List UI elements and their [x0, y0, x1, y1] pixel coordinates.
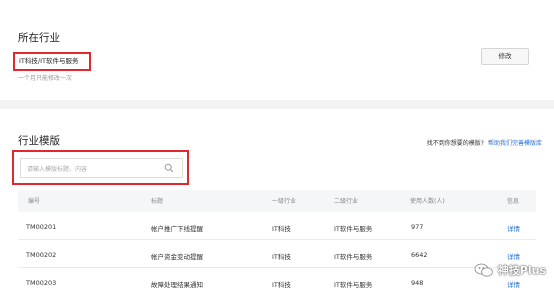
usage-count: 977	[411, 223, 424, 231]
secondary-industry: IT软件与服务	[334, 281, 373, 289]
table-row: TM00203 故障处理结果通知 IT科技 IT软件与服务 948 详情	[18, 268, 536, 290]
watermark: 神技Plus	[474, 262, 546, 278]
column-header: 编号	[28, 198, 41, 205]
help-text: 找不到你想要的模版? 帮助我们完善模版库	[427, 138, 542, 147]
search-highlight: 请输入模版标题、内容	[12, 150, 189, 185]
edit-limit-hint: 一个月只能修改一次	[18, 75, 73, 82]
usage-count: 6642	[411, 251, 428, 259]
current-industry-value: IT科技/IT软件与服务	[13, 52, 91, 71]
primary-industry: IT科技	[272, 253, 291, 261]
secondary-industry: IT软件与服务	[334, 225, 373, 233]
wechat-icon	[474, 263, 493, 277]
template-title: 帐户推广下线提醒	[151, 225, 203, 233]
table-row: TM00202 帐户资金变动提醒 IT科技 IT软件与服务 6642 详情	[18, 240, 536, 268]
column-header: 标题	[151, 198, 164, 205]
usage-count: 948	[411, 279, 424, 287]
details-link[interactable]: 详情	[507, 279, 520, 289]
column-header: 信息	[507, 198, 520, 205]
industry-card	[0, 0, 554, 100]
industry-section-title: 所在行业	[18, 32, 60, 44]
help-improve-link[interactable]: 帮助我们完善模版库	[488, 140, 542, 147]
primary-industry: IT科技	[272, 281, 291, 289]
column-header: 使用人数(人)	[410, 198, 445, 205]
details-link[interactable]: 详情	[507, 251, 520, 261]
table-header: 编号 标题 一级行业 二级行业 使用人数(人) 信息	[18, 190, 536, 212]
template-search-input[interactable]: 请输入模版标题、内容	[20, 158, 183, 178]
edit-industry-button[interactable]: 修改	[481, 48, 529, 65]
column-header: 一级行业	[272, 198, 297, 205]
template-id: TM00201	[26, 223, 57, 231]
template-id: TM00202	[26, 251, 57, 259]
help-question: 找不到你想要的模版?	[426, 140, 484, 147]
table-row: TM00201 帐户推广下线提醒 IT科技 IT软件与服务 977 详情	[18, 212, 536, 240]
template-section-title: 行业模版	[18, 135, 60, 147]
secondary-industry: IT软件与服务	[334, 253, 373, 261]
search-icon[interactable]	[164, 163, 174, 173]
primary-industry: IT科技	[272, 225, 291, 233]
search-placeholder: 请输入模版标题、内容	[27, 166, 88, 173]
template-title: 故障处理结果通知	[151, 281, 203, 289]
column-header: 二级行业	[334, 198, 359, 205]
template-title: 帐户资金变动提醒	[151, 253, 203, 261]
template-id: TM00203	[26, 279, 57, 287]
watermark-text: 神技Plus	[497, 264, 546, 277]
details-link[interactable]: 详情	[507, 223, 520, 233]
